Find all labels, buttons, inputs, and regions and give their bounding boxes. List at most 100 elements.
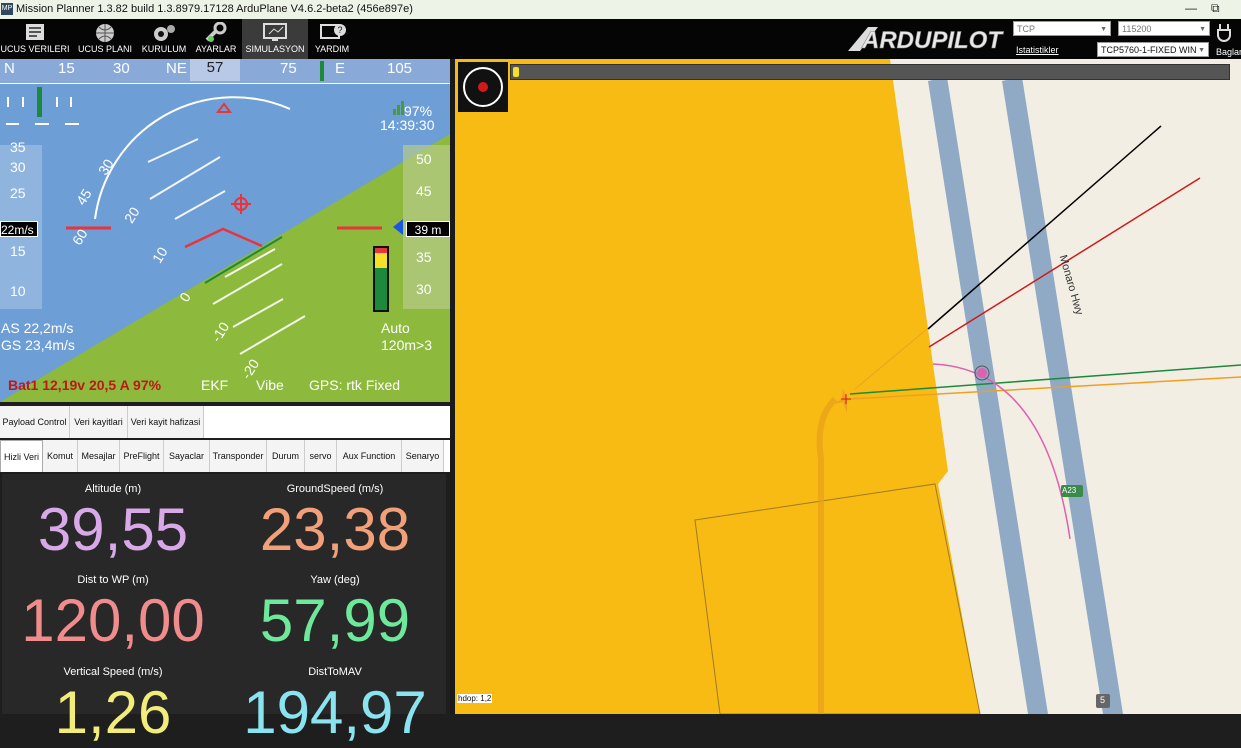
road-badge: A23 bbox=[1062, 486, 1077, 495]
quick-cell[interactable]: Dist to WP (m) 120,00 bbox=[2, 574, 224, 656]
map-view[interactable]: Monaro Hwy A23 5 hdop: 1,2 bbox=[455, 59, 1241, 714]
app-icon: MP bbox=[1, 3, 13, 15]
speed-tick: 10 bbox=[10, 283, 26, 299]
compass-105: 105 bbox=[387, 60, 413, 77]
quick-cell[interactable]: DistToMAV 194,97 bbox=[224, 666, 446, 748]
tab-data-logs[interactable]: Veri kayitlari bbox=[70, 406, 128, 438]
flight-plan-label: UCUS PLANI bbox=[77, 44, 132, 54]
tab-servo[interactable]: servo bbox=[305, 440, 337, 472]
wrench-icon bbox=[205, 22, 227, 42]
gear-icon bbox=[154, 25, 175, 41]
compass-30: 30 bbox=[113, 60, 130, 77]
globe-icon bbox=[96, 24, 114, 42]
tab-scenario[interactable]: Senaryo bbox=[402, 440, 444, 472]
setup-label: KURULUM bbox=[141, 44, 187, 54]
connect-label: Baglan bbox=[1216, 47, 1241, 57]
minimize-button[interactable]: — bbox=[1185, 1, 1197, 15]
alt-tick: 35 bbox=[416, 249, 432, 265]
setup-button[interactable]: KURULUM bbox=[140, 19, 188, 59]
help-label: YARDIM bbox=[314, 44, 350, 54]
flight-data-icon bbox=[26, 24, 44, 40]
quick-value: 194,97 bbox=[243, 679, 427, 746]
airspeed-box: 22m/s bbox=[0, 221, 38, 237]
alt-tick: 50 bbox=[416, 151, 432, 167]
speed-tick: 15 bbox=[10, 243, 26, 259]
vibe-indicator[interactable]: Vibe bbox=[256, 377, 284, 393]
tabs-row-2: Hizli Veri Komut Mesajlar PreFlight Saya… bbox=[0, 440, 450, 472]
quick-cell[interactable]: Vertical Speed (m/s) 1,26 bbox=[2, 666, 224, 748]
quick-label: Yaw (deg) bbox=[310, 574, 360, 586]
timeline-bar[interactable] bbox=[510, 64, 1230, 80]
quick-label: Altitude (m) bbox=[84, 483, 142, 495]
simulation-label: SIMULASYON bbox=[245, 44, 305, 54]
compass-15: 15 bbox=[58, 60, 75, 77]
battery-status: Bat1 12,19v 20,5 A 97% bbox=[8, 377, 162, 393]
chevron-down-icon: ▼ bbox=[1100, 26, 1107, 33]
compass-heading: 57 bbox=[190, 59, 240, 81]
compass-e: E bbox=[335, 60, 346, 77]
logo-text: ARDUPILOT bbox=[861, 27, 1004, 53]
connection-type-value: TCP bbox=[1017, 24, 1035, 34]
alt-tick: 30 bbox=[416, 281, 432, 297]
port-select[interactable]: TCP5760-1-FIXED WIN ▼ bbox=[1097, 42, 1209, 57]
connection-type-select[interactable]: TCP ▼ bbox=[1013, 21, 1111, 36]
quick-value: 120,00 bbox=[21, 587, 205, 654]
quick-value: 57,99 bbox=[259, 587, 411, 654]
tab-preflight[interactable]: PreFlight bbox=[120, 440, 164, 472]
quick-label: GroundSpeed (m/s) bbox=[286, 483, 384, 495]
baud-rate-value: 115200 bbox=[1122, 24, 1152, 34]
config-label: AYARLAR bbox=[195, 44, 237, 54]
tab-status[interactable]: Durum bbox=[267, 440, 305, 472]
compass-tape: N 15 30 NE 57 75 E 105 bbox=[0, 59, 450, 84]
flight-plan-button[interactable]: UCUS PLANI bbox=[72, 19, 138, 59]
speed-tick: 35 bbox=[10, 139, 26, 155]
tabs-row-1: Payload Control Veri kayitlari Veri kayi… bbox=[0, 406, 450, 438]
tab-transponder[interactable]: Transponder bbox=[210, 440, 267, 472]
quick-label: DistToMAV bbox=[308, 666, 362, 678]
speed-tick: 25 bbox=[10, 185, 26, 201]
ekf-indicator[interactable]: EKF bbox=[201, 377, 228, 393]
quick-value: 1,26 bbox=[54, 679, 172, 746]
marker-badge: 5 bbox=[1100, 695, 1106, 705]
tab-counters[interactable]: Sayaclar bbox=[164, 440, 210, 472]
tab-quick[interactable]: Hizli Veri bbox=[0, 440, 43, 472]
alt-tick: 45 bbox=[416, 183, 432, 199]
help-button[interactable]: ? YARDIM bbox=[310, 19, 354, 59]
chevron-down-icon: ▼ bbox=[1199, 26, 1206, 33]
tab-log-memory[interactable]: Veri kayit hafizasi bbox=[128, 406, 204, 438]
quick-cell[interactable]: GroundSpeed (m/s) 23,38 bbox=[224, 483, 446, 565]
monitor-icon bbox=[263, 23, 287, 41]
quick-label: Dist to WP (m) bbox=[77, 574, 149, 586]
tab-payload-control[interactable]: Payload Control bbox=[0, 406, 70, 438]
config-button[interactable]: AYARLAR bbox=[192, 19, 240, 59]
tab-commands[interactable]: Komut bbox=[43, 440, 78, 472]
tab-aux-function[interactable]: Aux Function bbox=[337, 440, 402, 472]
restore-button[interactable]: ⧉ bbox=[1211, 1, 1220, 16]
baud-rate-select[interactable]: 115200 ▼ bbox=[1118, 21, 1210, 36]
port-value: TCP5760-1-FIXED WIN bbox=[1101, 45, 1197, 55]
hdop-readout: hdop: 1,2 bbox=[457, 694, 493, 703]
connect-button[interactable]: Baglan bbox=[1214, 22, 1241, 58]
map-canvas bbox=[455, 59, 1241, 714]
tab-messages[interactable]: Mesajlar bbox=[78, 440, 120, 472]
flight-data-label: UCUS VERILERI bbox=[0, 44, 70, 54]
compass-ne: NE bbox=[166, 60, 187, 77]
quick-cell[interactable]: Yaw (deg) 57,99 bbox=[224, 574, 446, 656]
flight-data-button[interactable]: UCUS VERILERI bbox=[0, 19, 70, 59]
timeline-handle[interactable] bbox=[513, 67, 519, 77]
airspeed-readout: AS 22,2m/s bbox=[1, 320, 74, 336]
quick-data-panel: Altitude (m) 39,55 GroundSpeed (m/s) 23,… bbox=[2, 474, 446, 746]
svg-text:?: ? bbox=[338, 25, 343, 35]
quick-cell[interactable]: Altitude (m) 39,55 bbox=[2, 483, 224, 565]
stats-link[interactable]: Istatistikler bbox=[1016, 45, 1059, 55]
compass-75: 75 bbox=[280, 60, 297, 77]
gps-status: GPS: rtk Fixed bbox=[309, 377, 401, 393]
quick-value: 23,38 bbox=[259, 496, 411, 563]
window-title: Mission Planner 1.3.82 build 1.3.8979.17… bbox=[16, 3, 413, 15]
title-bar: MP Mission Planner 1.3.82 build 1.3.8979… bbox=[0, 0, 1241, 19]
quick-value: 39,55 bbox=[37, 496, 189, 563]
waypoint-info: 120m>3 bbox=[381, 337, 432, 353]
groundspeed-readout: GS 23,4m/s bbox=[1, 337, 75, 353]
speed-tick: 30 bbox=[10, 159, 26, 175]
simulation-button[interactable]: SIMULASYON bbox=[242, 19, 308, 59]
